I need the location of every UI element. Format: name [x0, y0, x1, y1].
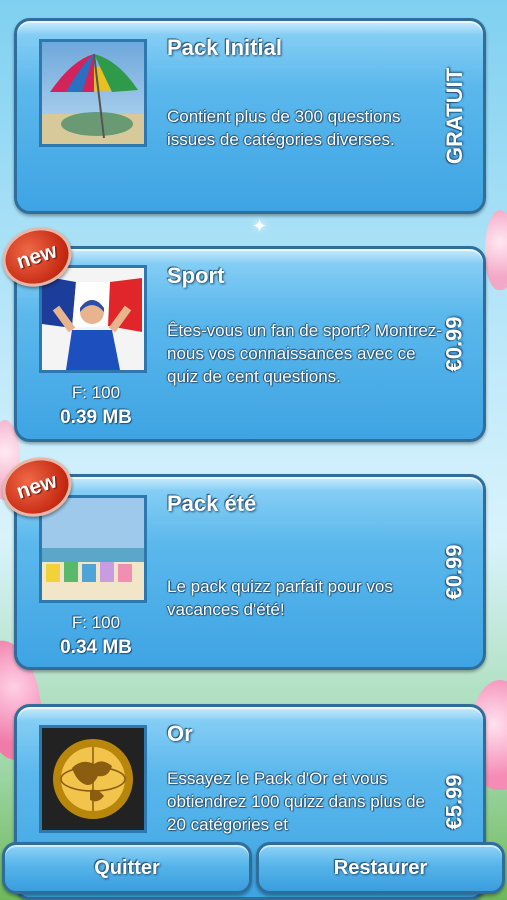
sparkle-icon: ✦ — [252, 216, 268, 237]
quit-button[interactable]: Quitter — [2, 842, 252, 894]
file-size: 0.39 MB — [60, 407, 132, 428]
beach-chairs-image — [39, 495, 147, 603]
gold-globe-emblem-image — [39, 725, 147, 833]
question-count: F: 100 — [71, 383, 121, 402]
pack-title: Or — [167, 721, 193, 746]
pack-card-sport[interactable]: F: 100 0.39 MB Sport Êtes-vous un fan de… — [14, 246, 486, 442]
pack-meta: F: 100 0.39 MB — [39, 383, 153, 429]
pack-card-initial[interactable]: Pack Initial Contient plus de 300 questi… — [14, 18, 486, 214]
pack-title: Pack Initial — [167, 35, 282, 60]
pack-price[interactable]: €0.99 — [435, 249, 475, 439]
pack-price[interactable]: GRATUIT — [435, 21, 475, 211]
pack-description: Êtes-vous un fan de sport? Montrez-nous … — [167, 321, 442, 386]
pack-title: Pack été — [167, 491, 257, 516]
question-count: F: 100 — [71, 613, 121, 632]
restore-button[interactable]: Restaurer — [256, 842, 505, 894]
umbrella-image — [39, 39, 147, 147]
pack-title: Sport — [167, 263, 225, 288]
pack-meta: F: 100 0.34 MB — [39, 613, 153, 659]
pack-description: Contient plus de 300 questions issues de… — [167, 107, 401, 149]
background-flower — [485, 210, 507, 290]
sport-fan-flag-image — [39, 265, 147, 373]
pack-description: Essayez le Pack d'Or et vous obtiendrez … — [167, 769, 426, 834]
file-size: 0.34 MB — [60, 637, 132, 658]
pack-description: Le pack quizz parfait pour vos vacances … — [167, 577, 393, 619]
pack-card-summer[interactable]: F: 100 0.34 MB Pack été Le pack quizz pa… — [14, 474, 486, 670]
pack-price[interactable]: €0.99 — [435, 477, 475, 667]
